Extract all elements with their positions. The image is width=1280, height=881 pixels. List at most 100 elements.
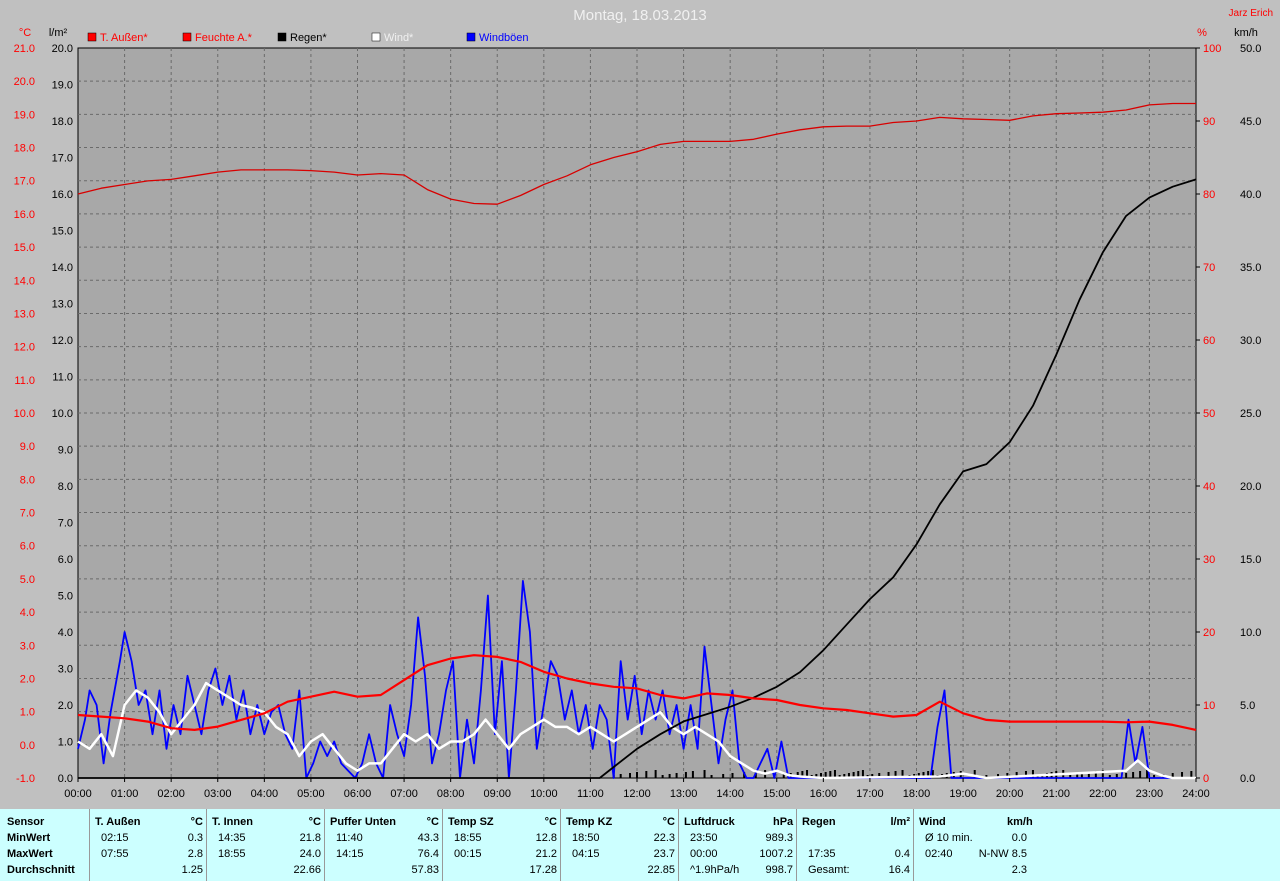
row-label: MinWert	[7, 832, 51, 844]
column-header: Puffer Unten	[330, 816, 396, 828]
rain-tick-label: 18.0	[52, 116, 73, 128]
column-header: Luftdruck	[684, 816, 735, 828]
legend-label: Feuchte A.*	[195, 32, 253, 44]
rain-tick-label: 13.0	[52, 299, 73, 311]
legend-label: Wind*	[384, 32, 414, 44]
stat-time: 02:40	[925, 848, 953, 860]
rain-bar	[645, 771, 648, 778]
x-tick-label: 19:00	[949, 788, 977, 800]
rain-bar	[654, 770, 657, 778]
stat-value: 1007.2	[759, 848, 793, 860]
wind-tick-label: 10.0	[1240, 627, 1261, 639]
stat-time: 14:15	[336, 848, 364, 860]
x-tick-label: 17:00	[856, 788, 884, 800]
column-separator	[442, 809, 443, 881]
stat-value: 24.0	[299, 848, 321, 860]
stat-value: 57.83	[411, 864, 439, 876]
column-unit: hPa	[773, 816, 794, 828]
column-header: Temp SZ	[448, 816, 494, 828]
x-tick-label: 21:00	[1042, 788, 1070, 800]
rain-bar	[1132, 772, 1135, 778]
rain-bar	[1139, 771, 1142, 778]
column-unit: km/h	[1007, 816, 1033, 828]
rain-bar	[710, 775, 713, 778]
rain-tick-label: 4.0	[58, 627, 73, 639]
rain-bar	[636, 772, 638, 778]
x-tick-label: 10:00	[530, 788, 558, 800]
rain-tick-label: 16.0	[52, 189, 73, 201]
temp-tick-label: 0.0	[20, 740, 35, 752]
x-tick-label: 15:00	[763, 788, 791, 800]
stat-time: ^1.9hPa/h	[690, 864, 740, 876]
stat-time: 11:40	[336, 832, 363, 844]
column-header: T. Außen	[95, 816, 141, 828]
x-tick-label: 13:00	[670, 788, 698, 800]
rain-tick-label: 5.0	[58, 591, 73, 603]
column-separator	[678, 809, 679, 881]
stat-value: 998.7	[765, 864, 793, 876]
x-tick-label: 03:00	[204, 788, 232, 800]
stat-value: 21.8	[299, 832, 321, 844]
legend-label: T. Außen*	[100, 32, 148, 44]
legend-swatch	[87, 32, 97, 42]
temp-tick-label: 1.0	[20, 707, 35, 719]
temp-unit-label: °C	[19, 27, 31, 39]
temp-tick-label: 10.0	[14, 408, 35, 420]
wind-unit-label: km/h	[1234, 27, 1258, 39]
temp-tick-label: 17.0	[14, 176, 35, 188]
stat-value: 21.2	[535, 848, 557, 860]
rain-bar	[703, 770, 706, 778]
stat-value: 0.4	[894, 848, 910, 860]
column-separator	[324, 809, 325, 881]
temp-tick-label: 14.0	[14, 275, 35, 287]
column-separator	[206, 809, 207, 881]
rain-tick-label: 1.0	[58, 737, 73, 749]
stat-value: 2.8	[187, 848, 203, 860]
column-unit: °C	[662, 816, 675, 828]
rain-tick-label: 0.0	[58, 773, 73, 785]
rain-bar	[1125, 773, 1128, 778]
stat-value: 23.7	[653, 848, 675, 860]
stat-time: 17:35	[808, 848, 836, 860]
stat-value: N-NW 8.5	[978, 848, 1027, 860]
wind-tick-label: 50.0	[1240, 43, 1261, 55]
column-unit: °C	[190, 816, 203, 828]
wind-tick-label: 20.0	[1240, 481, 1261, 493]
x-tick-label: 02:00	[157, 788, 185, 800]
column-separator	[796, 809, 797, 881]
humidity-tick-label: 20	[1203, 627, 1215, 639]
humidity-tick-label: 90	[1203, 116, 1215, 128]
rain-unit-label: l/m²	[49, 27, 68, 39]
column-header: Temp KZ	[566, 816, 613, 828]
temp-tick-label: 13.0	[14, 308, 35, 320]
column-header: Regen	[802, 816, 836, 828]
humidity-tick-label: 80	[1203, 189, 1215, 201]
x-tick-label: 07:00	[390, 788, 418, 800]
stat-value: 1.25	[181, 864, 203, 876]
x-tick-label: 16:00	[810, 788, 838, 800]
humidity-tick-label: 60	[1203, 335, 1215, 347]
temp-tick-label: 3.0	[20, 640, 35, 652]
stat-value: 76.4	[417, 848, 439, 860]
weather-chart: Montag, 18.03.2013 Jarz Erich °C l/m² % …	[0, 0, 1280, 809]
rain-bar	[629, 773, 632, 778]
rain-bar	[675, 773, 678, 778]
row-label: Durchschnitt	[7, 864, 75, 876]
stat-time: 00:15	[454, 848, 482, 860]
stat-time: 07:55	[101, 848, 129, 860]
temp-tick-label: 16.0	[14, 209, 35, 221]
rain-bar	[691, 771, 694, 778]
stat-value: 16.4	[888, 864, 910, 876]
x-tick-label: 24:00	[1182, 788, 1210, 800]
rain-tick-label: 15.0	[52, 226, 73, 238]
wind-tick-label: 45.0	[1240, 116, 1261, 128]
legend-swatch	[371, 32, 381, 42]
stat-value: 22.85	[647, 864, 675, 876]
stat-time: Gesamt:	[808, 864, 850, 876]
rain-tick-label: 11.0	[52, 372, 73, 384]
humidity-tick-label: 0	[1203, 773, 1209, 785]
rain-bar	[661, 775, 664, 778]
rain-tick-label: 14.0	[52, 262, 73, 274]
temp-tick-label: 8.0	[20, 474, 35, 486]
legend-swatch	[466, 32, 476, 42]
